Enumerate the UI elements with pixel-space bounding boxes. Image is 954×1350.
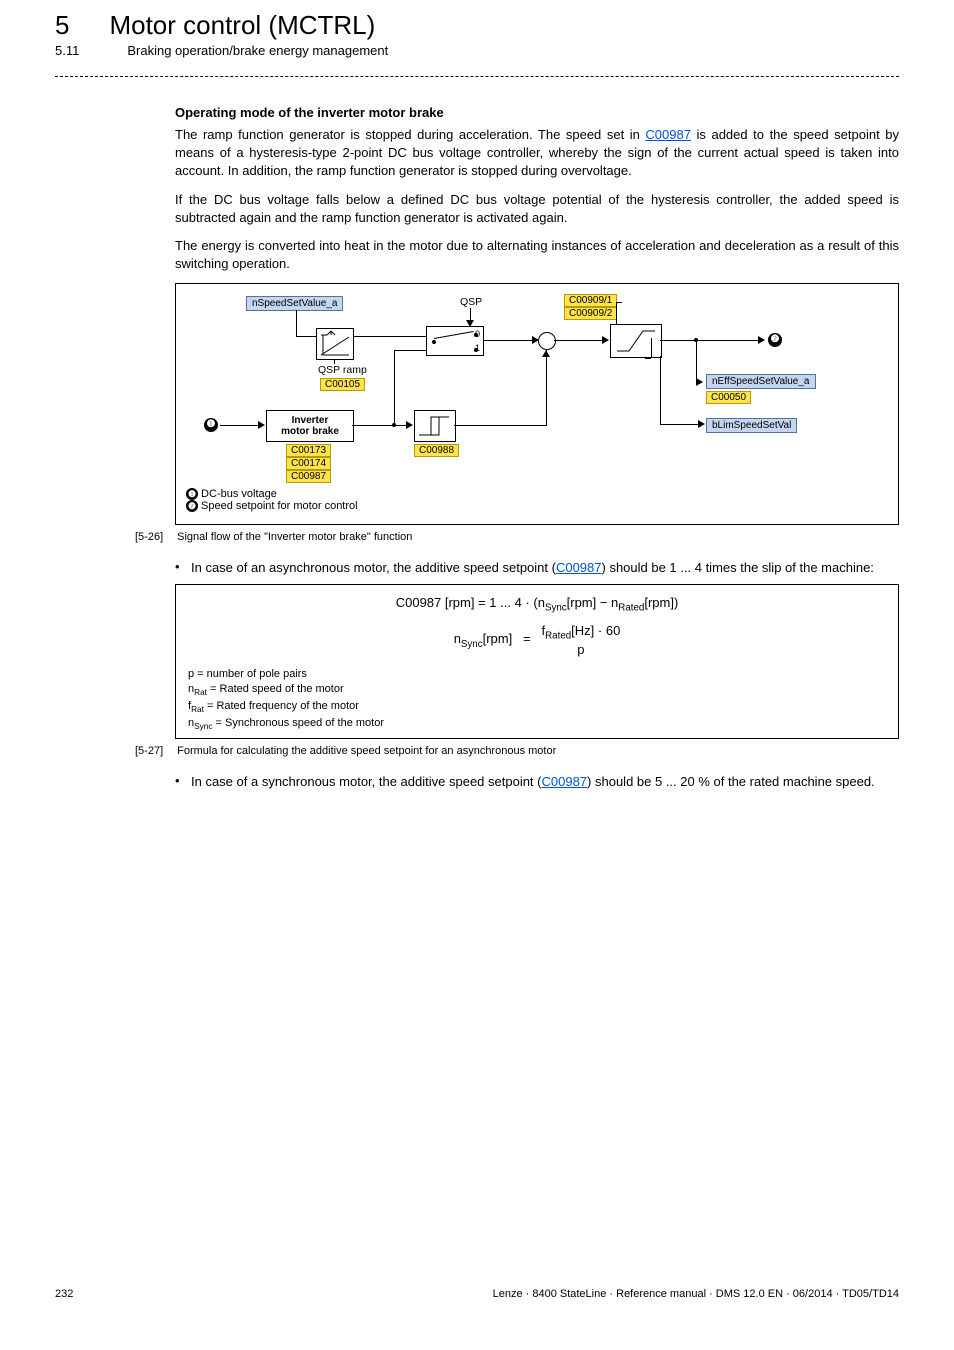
parameter-label: C00909/1 xyxy=(564,294,617,307)
text: [rpm]) xyxy=(644,595,678,610)
block-label: Inverter xyxy=(267,415,353,426)
text: The ramp function generator is stopped d… xyxy=(175,127,645,142)
ref-2-icon: ❷ xyxy=(186,500,198,512)
figure-caption: Signal flow of the "Inverter motor brake… xyxy=(177,531,412,543)
text: [rpm] xyxy=(483,631,513,646)
block-label: motor brake xyxy=(267,426,353,437)
code-link[interactable]: C00987 xyxy=(542,774,588,789)
formula-line: C00987 [rpm] = 1 ... 4 · (nSync[rpm] − n… xyxy=(188,595,886,614)
bullet-text: In case of an asynchronous motor, the ad… xyxy=(191,559,899,577)
paragraph: The ramp function generator is stopped d… xyxy=(175,126,899,181)
parameter-label: C00909/2 xyxy=(564,307,617,320)
code-link[interactable]: C00987 xyxy=(645,127,691,142)
formula-line: nSync[rpm] = fRated[Hz] · 60 p xyxy=(188,623,886,657)
def-line: nRat = Rated speed of the motor xyxy=(188,682,886,699)
formula-box: C00987 [rpm] = 1 ... 4 · (nSync[rpm] − n… xyxy=(175,584,899,740)
footer-text: Lenze · 8400 StateLine · Reference manua… xyxy=(493,1288,899,1300)
text: In case of a synchronous motor, the addi… xyxy=(191,774,542,789)
signal-label: nEffSpeedSetValue_a xyxy=(706,374,816,389)
section-title: Braking operation/brake energy managemen… xyxy=(127,43,388,58)
parameter-label: C00105 xyxy=(320,378,365,391)
figure-number: [5-26] xyxy=(135,531,163,543)
section-heading: Operating mode of the inverter motor bra… xyxy=(175,105,899,120)
legend-text: DC-bus voltage xyxy=(198,488,277,500)
text: C00987 [rpm] = 1 ... 4 · (n xyxy=(396,595,545,610)
parameter-label: C00174 xyxy=(286,457,331,470)
text: n xyxy=(454,631,461,646)
chapter-title: Motor control (MCTRL) xyxy=(109,10,375,41)
ref-2-icon: ❷ xyxy=(768,333,782,347)
bullet-text: In case of a synchronous motor, the addi… xyxy=(191,773,899,791)
definitions: p = number of pole pairs nRat = Rated sp… xyxy=(188,667,886,733)
text: p xyxy=(542,642,621,657)
parameter-label: C00988 xyxy=(414,444,459,457)
text: ) should be 5 ... 20 % of the rated mach… xyxy=(587,774,875,789)
divider xyxy=(55,76,899,77)
paragraph: If the DC bus voltage falls below a defi… xyxy=(175,191,899,227)
def-line: nSync = Synchronous speed of the motor xyxy=(188,716,886,733)
parameter-label: C00987 xyxy=(286,470,331,483)
parameter-label: C00050 xyxy=(706,391,751,404)
subscript: Sync xyxy=(545,602,567,613)
legend-text: Speed setpoint for motor control xyxy=(198,500,358,512)
ref-1-icon: ❶ xyxy=(186,488,198,500)
text: In case of an asynchronous motor, the ad… xyxy=(191,560,556,575)
code-link[interactable]: C00987 xyxy=(556,560,602,575)
text: ) should be 1 ... 4 times the slip of th… xyxy=(602,560,874,575)
label: QSP xyxy=(460,296,482,308)
ref-1-icon: ❶ xyxy=(204,418,218,432)
def-line: p = number of pole pairs xyxy=(188,667,886,682)
subscript: Rated xyxy=(618,602,644,613)
text: [Hz] · 60 xyxy=(571,623,620,638)
figure-caption: Formula for calculating the additive spe… xyxy=(177,745,556,757)
subscript: Sync xyxy=(461,639,483,650)
signal-label: nSpeedSetValue_a xyxy=(246,296,343,311)
bullet-icon: • xyxy=(175,559,185,577)
signal-flow-diagram: nSpeedSetValue_a QSP 0 1 xyxy=(175,283,899,525)
label: QSP ramp xyxy=(318,364,367,376)
page-number: 232 xyxy=(55,1288,73,1300)
bullet-icon: • xyxy=(175,773,185,791)
subscript: Rated xyxy=(545,631,571,642)
figure-number: [5-27] xyxy=(135,745,163,757)
chapter-number: 5 xyxy=(55,10,69,41)
signal-label: bLimSpeedSetVal xyxy=(706,418,797,433)
def-line: fRat = Rated frequency of the motor xyxy=(188,699,886,716)
text: = xyxy=(523,631,531,646)
parameter-label: C00173 xyxy=(286,444,331,457)
paragraph: The energy is converted into heat in the… xyxy=(175,237,899,273)
text: [rpm] − n xyxy=(567,595,619,610)
section-number: 5.11 xyxy=(55,43,79,58)
